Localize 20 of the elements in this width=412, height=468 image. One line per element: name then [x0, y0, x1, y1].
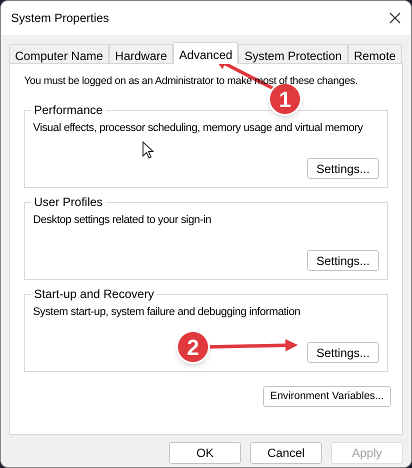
group-description: Visual effects, processor scheduling, memory usage and virtual memory — [33, 121, 363, 135]
button[interactable]: Environment Variables... — [263, 386, 391, 407]
button[interactable]: Settings... — [307, 158, 379, 179]
window-title: System Properties — [11, 10, 110, 27]
button[interactable]: Settings... — [307, 342, 379, 363]
tab[interactable]: Remote — [348, 44, 402, 63]
tab[interactable]: System Protection — [238, 44, 348, 63]
group-title: Start-up and Recovery — [31, 287, 158, 301]
group-description: Desktop settings related to your sign-in — [33, 213, 212, 227]
pointer-icon — [142, 141, 154, 159]
tab[interactable]: Hardware — [109, 44, 174, 63]
group-description: System start-up, system failure and debugging information — [33, 305, 300, 319]
tab[interactable]: Advanced — [173, 42, 238, 64]
tab[interactable]: Computer Name — [9, 44, 110, 63]
group-title: Performance — [31, 103, 106, 117]
button[interactable]: OK — [169, 442, 241, 464]
group-title: User Profiles — [31, 195, 106, 209]
button[interactable]: Cancel — [250, 442, 322, 464]
button[interactable]: Settings... — [307, 250, 379, 271]
close-icon[interactable] — [389, 12, 401, 24]
